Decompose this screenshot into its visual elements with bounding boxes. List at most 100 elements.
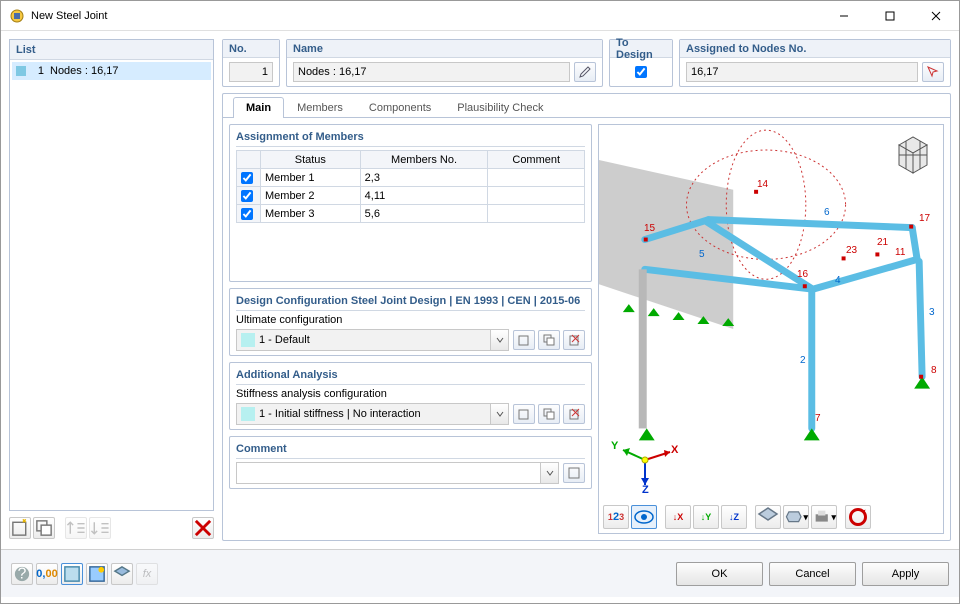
aa-new-button[interactable] — [513, 404, 535, 424]
cancel-button[interactable]: Cancel — [769, 562, 856, 586]
ok-button[interactable]: OK — [676, 562, 763, 586]
no-label: No. — [223, 40, 279, 58]
apply-button[interactable]: Apply — [862, 562, 949, 586]
units-button[interactable]: 0,00 — [36, 563, 58, 585]
viewer-3d[interactable]: 14 17 15 21 11 23 5 6 16 4 3 2 8 7 — [598, 124, 944, 534]
header-strip: No. 1 Name Nodes : 16,17 To Design Assig… — [222, 39, 951, 87]
node-label: 23 — [846, 245, 857, 256]
delete-item-button[interactable] — [192, 517, 214, 539]
assigned-label: Assigned to Nodes No. — [680, 40, 950, 58]
dc-new-button[interactable] — [513, 330, 535, 350]
node-label: 7 — [815, 413, 821, 424]
list-toolbar — [9, 515, 214, 541]
view-print-button[interactable]: ▾ — [811, 505, 837, 529]
title-bar: New Steel Joint — [1, 1, 959, 31]
sort-desc-button[interactable] — [89, 517, 111, 539]
comment-pick-button[interactable] — [563, 463, 585, 483]
aa-delete-button[interactable] — [563, 404, 585, 424]
edit-name-button[interactable] — [574, 62, 596, 82]
table-row[interactable]: Member 35,6 — [237, 205, 585, 223]
view-show-button[interactable] — [631, 505, 657, 529]
node-label: 17 — [919, 213, 930, 224]
designconf-combo: 1 - Default — [236, 329, 585, 351]
view-iso-button[interactable] — [755, 505, 781, 529]
list-item-swatch — [16, 66, 26, 76]
left-column: List 1 Nodes : 16,17 — [9, 39, 214, 541]
view-reset-button[interactable] — [845, 505, 871, 529]
colors-button[interactable] — [86, 563, 108, 585]
function-button[interactable]: fx — [136, 563, 158, 585]
view-z-button[interactable]: ↓Z — [721, 505, 747, 529]
table-row[interactable]: Member 12,3 — [237, 169, 585, 187]
comment-panel: Comment — [229, 436, 592, 489]
node-label: 15 — [644, 223, 655, 234]
node-label: 11 — [895, 247, 905, 258]
navigation-cube-icon[interactable] — [889, 131, 937, 179]
maximize-button[interactable] — [867, 1, 913, 31]
node-label: 5 — [699, 249, 705, 260]
designconf-label: Ultimate configuration — [236, 314, 585, 326]
list-item-text: Nodes : 16,17 — [50, 65, 119, 77]
name-box: Name Nodes : 16,17 — [286, 39, 603, 87]
view-numbering-button[interactable]: 123 — [603, 505, 629, 529]
addanalysis-value[interactable]: 1 - Initial stiffness | No interaction — [236, 403, 491, 425]
node-label: 2 — [800, 355, 806, 366]
footer-toolbar: ? 0,00 fx — [11, 563, 158, 585]
tab-main[interactable]: Main — [233, 97, 284, 118]
todesign-checkbox[interactable] — [635, 66, 647, 78]
view-render-button[interactable]: ▾ — [783, 505, 809, 529]
tab-components[interactable]: Components — [356, 97, 444, 118]
node-label: 14 — [757, 179, 768, 190]
comment-input[interactable] — [236, 462, 541, 484]
name-label: Name — [287, 40, 602, 58]
no-box: No. 1 — [222, 39, 280, 87]
designconf-value[interactable]: 1 - Default — [236, 329, 491, 351]
addanalysis-title: Additional Analysis — [236, 367, 585, 385]
node-label: 3 — [929, 307, 935, 318]
assignment-title: Assignment of Members — [236, 129, 585, 147]
pick-nodes-button[interactable] — [922, 62, 944, 82]
library-button[interactable] — [111, 563, 133, 585]
app-icon — [9, 8, 25, 24]
list-body: 1 Nodes : 16,17 — [10, 60, 213, 82]
view-x-button[interactable]: ↓X — [665, 505, 691, 529]
row-check[interactable] — [241, 172, 253, 184]
tab-members[interactable]: Members — [284, 97, 356, 118]
axis-z-label: Z — [642, 484, 649, 496]
close-button[interactable] — [913, 1, 959, 31]
copy-item-button[interactable] — [33, 517, 55, 539]
designconf-dropdown[interactable] — [491, 329, 509, 351]
name-value[interactable]: Nodes : 16,17 — [293, 62, 570, 82]
todesign-label: To Design — [610, 40, 672, 58]
row-check[interactable] — [241, 190, 253, 202]
sort-asc-button[interactable] — [65, 517, 87, 539]
minimize-button[interactable] — [821, 1, 867, 31]
node-label: 4 — [835, 275, 841, 286]
viewer-toolbar: 123 ↓X ↓Y ↓Z ▾ ▾ — [603, 505, 871, 529]
axis-x-label: X — [671, 444, 678, 456]
assigned-value[interactable]: 16,17 — [686, 62, 918, 82]
display-button[interactable] — [61, 563, 83, 585]
right-column: No. 1 Name Nodes : 16,17 To Design Assig… — [222, 39, 951, 541]
addanalysis-dropdown[interactable] — [491, 403, 509, 425]
node-label: 16 — [797, 269, 808, 280]
dc-edit-button[interactable] — [538, 330, 560, 350]
no-value[interactable]: 1 — [229, 62, 273, 82]
designconf-title: Design Configuration Steel Joint Design … — [236, 293, 585, 311]
comment-combo — [236, 462, 585, 484]
view-y-button[interactable]: ↓Y — [693, 505, 719, 529]
new-item-button[interactable] — [9, 517, 31, 539]
help-button[interactable]: ? — [11, 563, 33, 585]
addanalysis-label: Stiffness analysis configuration — [236, 388, 585, 400]
list-item[interactable]: 1 Nodes : 16,17 — [12, 62, 211, 80]
aa-edit-button[interactable] — [538, 404, 560, 424]
dc-delete-button[interactable] — [563, 330, 585, 350]
addanalysis-panel: Additional Analysis Stiffness analysis c… — [229, 362, 592, 430]
list-header: List — [10, 40, 213, 60]
comment-dropdown[interactable] — [541, 462, 559, 484]
axis-y-label: Y — [611, 440, 618, 452]
table-row[interactable]: Member 24,11 — [237, 187, 585, 205]
row-check[interactable] — [241, 208, 253, 220]
node-label: 21 — [877, 237, 888, 248]
tab-plausibility[interactable]: Plausibility Check — [444, 97, 556, 118]
